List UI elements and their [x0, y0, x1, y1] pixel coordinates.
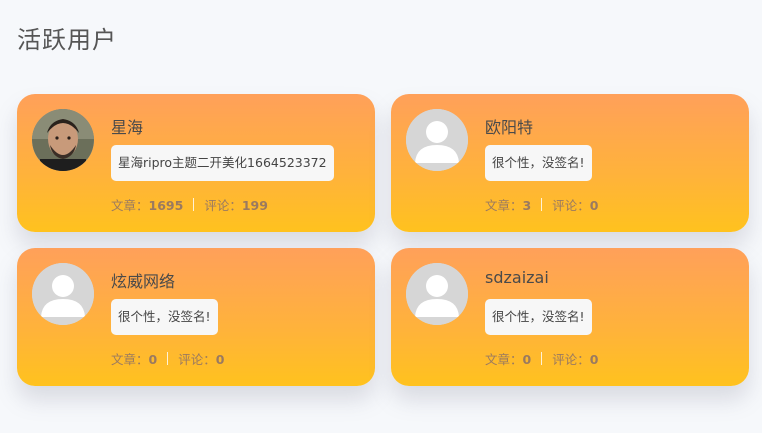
comments-label: 评论：	[204, 198, 242, 213]
default-avatar-icon	[406, 109, 468, 171]
user-card[interactable]: 炫威网络 很个性，没签名! 文章：0 评论：0	[17, 248, 375, 386]
comments-label: 评论：	[178, 352, 216, 367]
user-signature: 很个性，没签名!	[485, 145, 592, 181]
user-stats: 文章：1695 评论：199	[111, 195, 268, 214]
posts-label: 文章：	[111, 198, 149, 213]
avatar[interactable]	[406, 109, 468, 171]
avatar[interactable]	[32, 263, 94, 325]
default-avatar-icon	[32, 263, 94, 325]
user-signature: 很个性，没签名!	[111, 299, 218, 335]
stats-divider	[541, 352, 543, 365]
stats-divider	[193, 198, 195, 211]
user-stats: 文章：3 评论：0	[485, 195, 598, 214]
avatar[interactable]	[406, 263, 468, 325]
user-name[interactable]: 欧阳特	[485, 114, 533, 138]
comments-count: 0	[215, 352, 225, 367]
stats-divider	[541, 198, 543, 211]
user-signature: 很个性，没签名!	[485, 299, 592, 335]
posts-label: 文章：	[485, 352, 523, 367]
posts-label: 文章：	[111, 352, 149, 367]
posts-count: 0	[522, 352, 532, 367]
avatar[interactable]	[32, 109, 94, 171]
user-card[interactable]: sdzaizai 很个性，没签名! 文章：0 评论：0	[391, 248, 749, 386]
comments-label: 评论：	[552, 198, 590, 213]
user-name[interactable]: 炫威网络	[111, 268, 175, 292]
user-card[interactable]: 星海 星海ripro主题二开美化1664523372 文章：1695 评论：199	[17, 94, 375, 232]
default-avatar-icon	[406, 263, 468, 325]
posts-count: 1695	[148, 198, 184, 213]
user-name[interactable]: sdzaizai	[485, 268, 549, 287]
user-stats: 文章：0 评论：0	[111, 349, 224, 368]
user-card[interactable]: 欧阳特 很个性，没签名! 文章：3 评论：0	[391, 94, 749, 232]
comments-count: 0	[589, 198, 599, 213]
section-title: 活跃用户	[17, 26, 117, 54]
posts-count: 0	[148, 352, 158, 367]
user-name[interactable]: 星海	[111, 114, 143, 138]
posts-count: 3	[522, 198, 532, 213]
stats-divider	[167, 352, 169, 365]
user-stats: 文章：0 评论：0	[485, 349, 598, 368]
comments-count: 199	[241, 198, 268, 213]
user-photo-icon	[32, 109, 94, 171]
comments-label: 评论：	[552, 352, 590, 367]
posts-label: 文章：	[485, 198, 523, 213]
user-signature: 星海ripro主题二开美化1664523372	[111, 145, 334, 181]
comments-count: 0	[589, 352, 599, 367]
